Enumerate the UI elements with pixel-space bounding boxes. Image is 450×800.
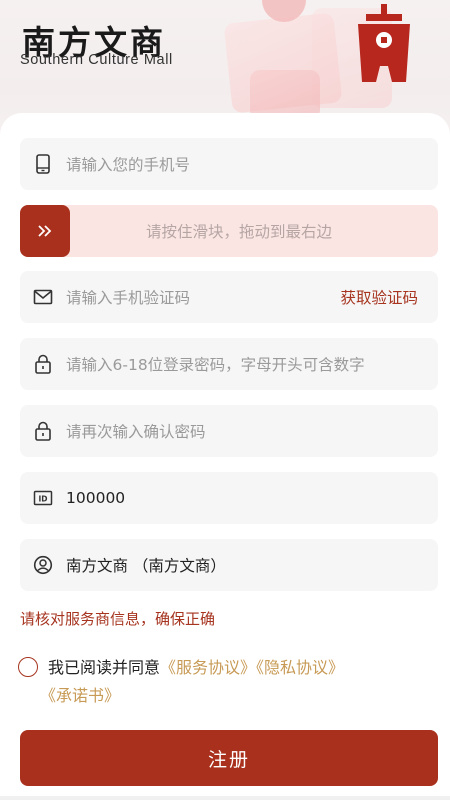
slide-verify-text: 请按住滑块，拖动到最右边 (145, 223, 332, 241)
slide-verify-handle[interactable] (20, 205, 70, 257)
password-placeholder: 请输入6-18位登录密码，字母开头可含数字 (66, 356, 365, 374)
get-code-button[interactable]: 获取验证码 (340, 271, 418, 323)
agreement-row: 我已阅读并同意《服务协议》《隐私协议》 《承诺书》 (18, 654, 428, 710)
merchant-name-field[interactable]: 南方文商 （南方文商） (20, 539, 438, 591)
merchant-id-value: 100000 (66, 489, 126, 507)
lock-icon (20, 338, 66, 390)
brand-subtitle: Southern Culture Mall (20, 52, 173, 68)
mail-icon (20, 271, 66, 323)
merchant-name-value: 南方文商 （南方文商） (66, 557, 226, 575)
confirm-password-placeholder: 请再次输入确认密码 (66, 423, 206, 441)
svg-text:ID: ID (38, 495, 47, 504)
service-agreement-link[interactable]: 《服务协议》 (160, 658, 256, 677)
phone-icon (20, 138, 66, 190)
privacy-agreement-link[interactable]: 《隐私协议》 (256, 658, 344, 677)
double-chevron-right-icon (38, 225, 52, 237)
agree-radio[interactable] (18, 657, 38, 677)
commitment-letter-link[interactable]: 《承诺书》 (40, 686, 120, 705)
brand-emblem-icon (358, 4, 410, 82)
password-field[interactable]: 请输入6-18位登录密码，字母开头可含数字 (20, 338, 438, 390)
phone-placeholder: 请输入您的手机号 (66, 156, 191, 174)
register-button[interactable]: 注册 (20, 730, 438, 786)
agreement-prefix: 我已阅读并同意 (48, 658, 161, 677)
phone-field[interactable]: 请输入您的手机号 (20, 138, 438, 190)
lock-icon (20, 405, 66, 457)
sms-code-field[interactable]: 请输入手机验证码 获取验证码 (20, 271, 438, 323)
merchant-notice: 请核对服务商信息，确保正确 (20, 610, 216, 628)
merchant-id-field[interactable]: ID 100000 (20, 472, 438, 524)
bottom-edge (0, 796, 450, 800)
id-card-icon: ID (20, 472, 66, 524)
user-circle-icon (20, 539, 66, 591)
slide-verify[interactable]: 请按住滑块，拖动到最右边 (20, 205, 438, 257)
sms-code-placeholder: 请输入手机验证码 (66, 289, 191, 307)
confirm-password-field[interactable]: 请再次输入确认密码 (20, 405, 438, 457)
